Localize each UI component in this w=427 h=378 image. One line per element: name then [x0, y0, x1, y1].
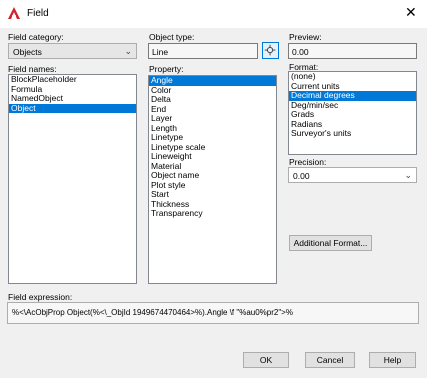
window-title: Field	[27, 8, 49, 19]
preview-field: 0.00	[288, 43, 417, 59]
title-bar: Field ✕	[0, 0, 427, 28]
autocad-logo-icon	[8, 7, 20, 19]
object-type-label: Object type:	[149, 32, 195, 42]
preview-label: Preview:	[289, 32, 322, 42]
field-category-value: Objects	[13, 47, 42, 57]
cancel-button[interactable]: Cancel	[305, 352, 355, 368]
select-object-icon	[264, 44, 276, 56]
field-expression-value: %<\AcObjProp Object(%<\_ObjId 1949674470…	[12, 308, 293, 317]
precision-value: 0.00	[293, 171, 310, 181]
ok-button[interactable]: OK	[243, 352, 289, 368]
chevron-down-icon: ⌄	[404, 170, 412, 180]
select-object-button[interactable]	[262, 42, 279, 59]
preview-value: 0.00	[292, 47, 309, 57]
field-names-list[interactable]: BlockPlaceholder Formula NamedObject Object	[8, 74, 137, 284]
field-names-label: Field names:	[8, 64, 57, 74]
property-list[interactable]: Angle Color Delta End Layer Length Linetype Lin…	[148, 75, 277, 284]
precision-dropdown[interactable]: 0.00 ⌄	[288, 167, 417, 183]
field-category-dropdown[interactable]: Objects ⌄	[8, 43, 137, 59]
field-expression-label: Field expression:	[8, 292, 73, 302]
list-item[interactable]: Surveyor's units	[289, 128, 416, 139]
list-item[interactable]: Transparency	[149, 208, 276, 219]
field-category-label: Field category:	[8, 32, 64, 42]
field-expression-box[interactable]: %<\AcObjProp Object(%<\_ObjId 1949674470…	[7, 302, 419, 324]
help-button[interactable]: Help	[369, 352, 416, 368]
precision-label: Precision:	[289, 157, 327, 167]
format-list[interactable]: (none) Current units Decimal degrees Deg/mi…	[288, 71, 417, 155]
list-item[interactable]: Delta	[149, 94, 276, 105]
list-item[interactable]: Object	[9, 103, 136, 113]
object-type-value: Line	[152, 47, 169, 57]
close-icon[interactable]: ✕	[405, 5, 417, 19]
object-type-field[interactable]: Line	[148, 43, 258, 59]
chevron-down-icon: ⌄	[124, 46, 132, 56]
property-label: Property:	[149, 64, 184, 74]
additional-format-button[interactable]: Additional Format...	[289, 235, 372, 251]
